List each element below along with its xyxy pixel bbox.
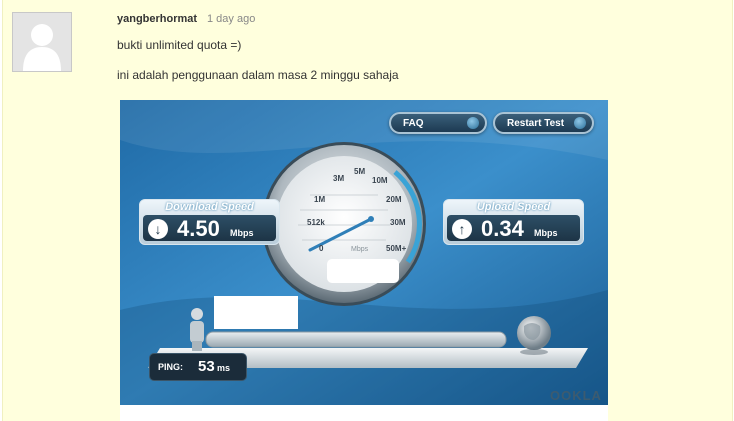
gauge-tick-label: 10M [372, 176, 388, 185]
gauge-unit-label: Mbps [351, 246, 369, 253]
comment-timestamp: 1 day ago [207, 13, 256, 25]
download-arrow-icon: ↓ [148, 219, 168, 239]
upload-speed-value: 0.34 [481, 216, 524, 241]
download-speed-unit: Mbps [230, 228, 254, 238]
person-icon [190, 308, 204, 351]
ping-label: PING: [158, 362, 184, 372]
faq-button[interactable]: FAQ [389, 112, 487, 134]
download-speed-panel: Download Speed ↓ 4.50 Mbps [139, 199, 280, 245]
ping-unit: ms [217, 363, 231, 373]
gauge-tick-label: 5M [354, 167, 365, 176]
gauge-tick-label: 1M [314, 195, 325, 204]
restart-test-label: Restart Test [507, 117, 565, 129]
upload-speed-unit: Mbps [534, 228, 558, 238]
gauge-tick-label: 512k [307, 218, 325, 227]
gauge-tick-label: 3M [333, 174, 344, 183]
restart-test-button[interactable]: Restart Test [493, 112, 594, 134]
gauge-tick-label: 50M+ [386, 244, 407, 253]
upload-arrow-icon: ↑ [452, 219, 472, 239]
ping-readout: PING: 53 ms [149, 353, 247, 381]
download-speed-value: 4.50 [177, 216, 220, 241]
default-avatar-icon [13, 13, 71, 71]
ookla-logo: OOKLA [550, 388, 602, 403]
download-speed-title: Download Speed [165, 201, 254, 213]
comment-author[interactable]: yangberhormat [117, 13, 197, 25]
upload-speed-panel: Upload Speed ↑ 0.34 Mbps [443, 199, 584, 245]
image-bottom-margin [120, 405, 608, 421]
button-knob-icon [574, 117, 586, 129]
gauge-tick-label: 0 [319, 244, 324, 253]
faq-label: FAQ [403, 117, 424, 129]
speedtest-result-image: 0 512k 1M 3M 5M 10M 20M 30M 50M+ Mbps FA… [120, 100, 608, 405]
comment-text-line: bukti unlimited quota =) [117, 38, 242, 52]
gauge-tick-label: 20M [386, 195, 402, 204]
ping-value: 53 [198, 358, 215, 375]
button-knob-icon [467, 117, 479, 129]
avatar[interactable] [12, 12, 72, 72]
comment-text-line: ini adalah penggunaan dalam masa 2 mingg… [117, 68, 399, 82]
upload-speed-title: Upload Speed [476, 201, 551, 213]
gauge-tick-label: 30M [390, 218, 406, 227]
